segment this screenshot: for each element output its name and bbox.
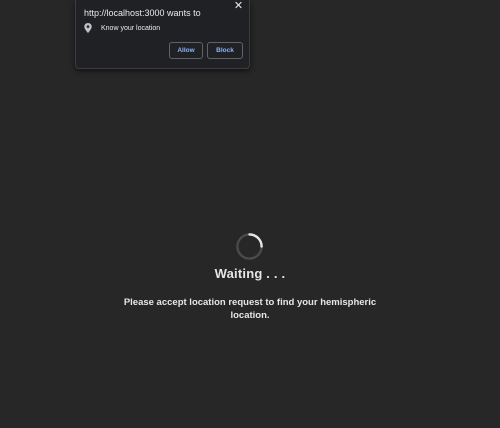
page: http://localhost:3000 wants to ✕ Know yo… (0, 0, 500, 428)
block-button[interactable]: Block (207, 42, 243, 59)
close-icon[interactable]: ✕ (233, 1, 244, 12)
allow-button[interactable]: Allow (169, 42, 203, 59)
popup-title: http://localhost:3000 wants to (84, 8, 201, 18)
permission-row: Know your location (84, 23, 160, 33)
status-title: Waiting . . . (214, 266, 286, 281)
permission-label: Know your location (101, 24, 161, 32)
status-message: Please accept location request to find y… (123, 297, 377, 321)
location-pin-icon (84, 23, 92, 33)
loading-spinner-icon (236, 233, 263, 260)
location-permission-popup: http://localhost:3000 wants to ✕ Know yo… (75, 0, 250, 69)
